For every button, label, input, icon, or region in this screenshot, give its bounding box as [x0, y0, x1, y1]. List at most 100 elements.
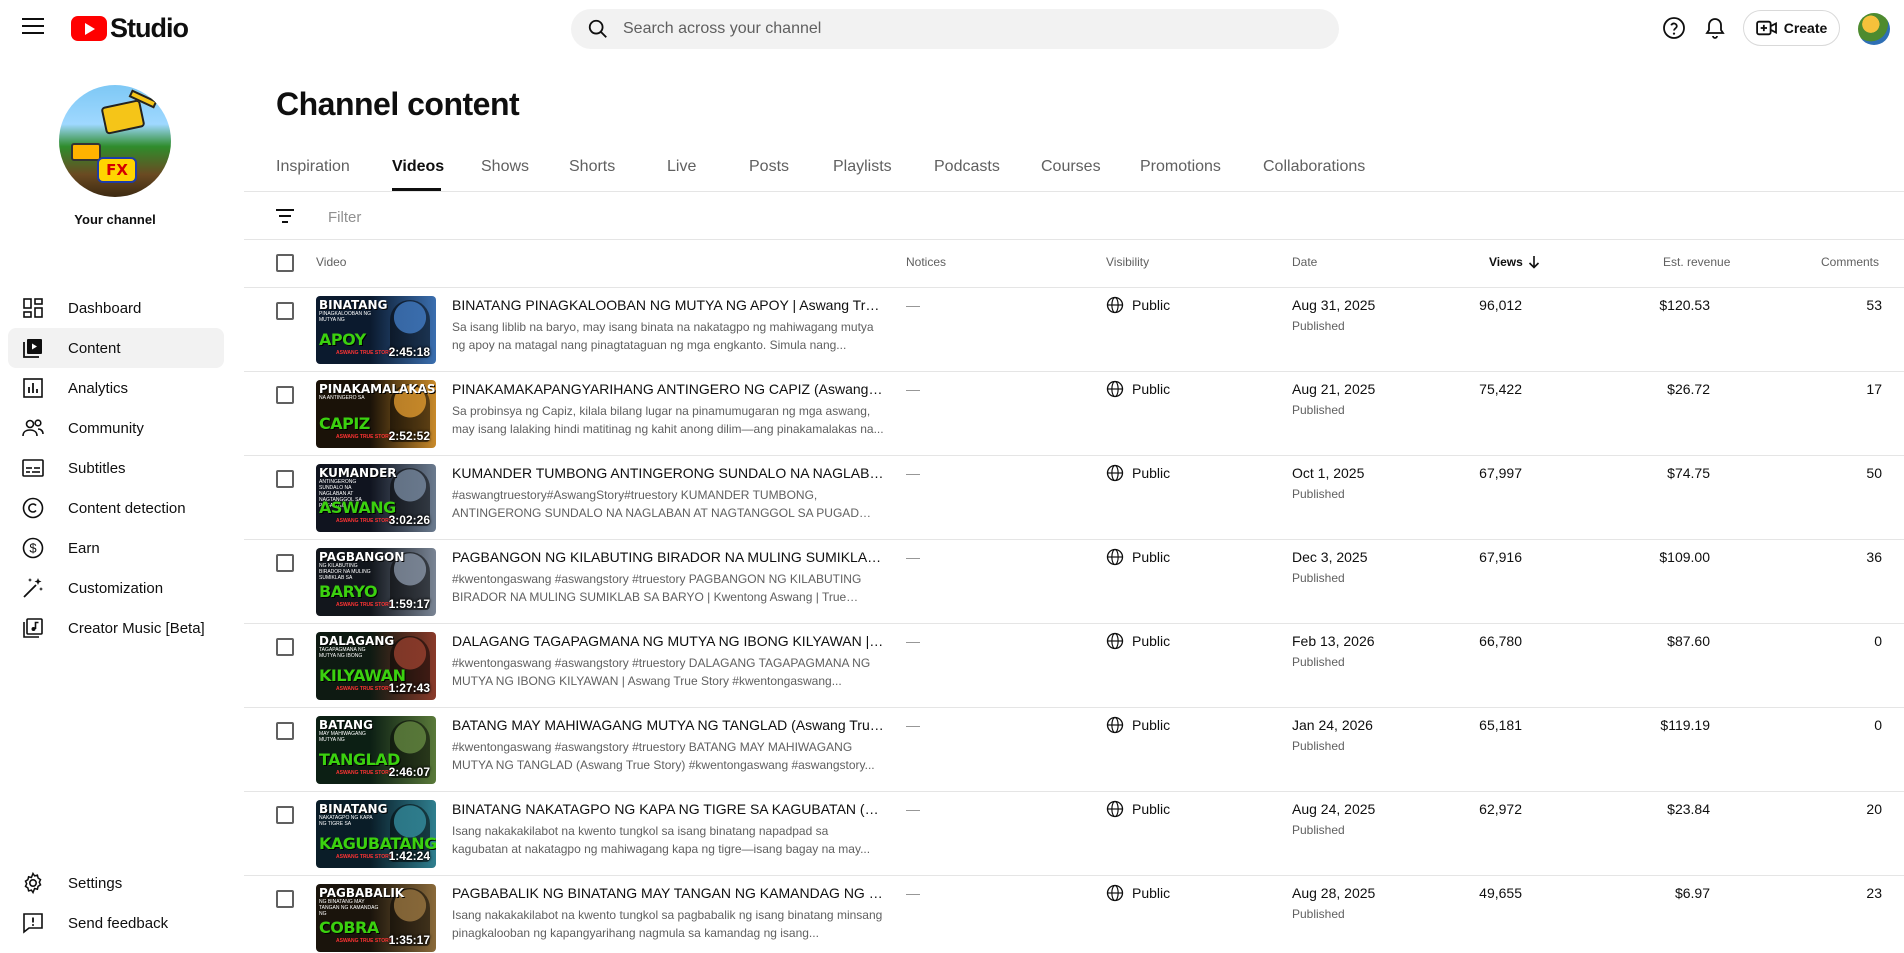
comments-count: 23: [1866, 885, 1882, 901]
video-thumbnail[interactable]: DALAGANG TAGAPAGMANA NG MUTYA NG IBONG K…: [316, 632, 436, 700]
table-row[interactable]: BINATANG PINAGKALOOBAN NG MUTYA NG APOY …: [244, 288, 1904, 372]
studio-logo[interactable]: Studio: [71, 13, 189, 43]
select-all-checkbox[interactable]: [276, 254, 294, 272]
row-checkbox[interactable]: [276, 302, 294, 320]
tab-courses[interactable]: Courses: [1041, 158, 1101, 176]
row-checkbox[interactable]: [276, 806, 294, 824]
thumbnail-top-text: DALAGANG: [319, 634, 395, 648]
video-title[interactable]: PAGBABALIK NG BINATANG MAY TANGAN NG KAM…: [452, 885, 884, 901]
video-thumbnail[interactable]: PINAKAMALAKAS NA ANTINGERO SA CAPIZ ASWA…: [316, 380, 436, 448]
row-checkbox[interactable]: [276, 470, 294, 488]
row-checkbox[interactable]: [276, 638, 294, 656]
visibility-control[interactable]: Public: [1106, 296, 1170, 314]
visibility-control[interactable]: Public: [1106, 716, 1170, 734]
video-thumbnail[interactable]: BINATANG PINAGKALOOBAN NG MUTYA NG APOY …: [316, 296, 436, 364]
tab-podcasts[interactable]: Podcasts: [934, 158, 1000, 176]
video-title[interactable]: DALAGANG TAGAPAGMANA NG MUTYA NG IBONG K…: [452, 633, 884, 649]
account-avatar[interactable]: [1858, 13, 1890, 45]
table-row[interactable]: DALAGANG TAGAPAGMANA NG MUTYA NG IBONG K…: [244, 624, 1904, 708]
col-header-comments[interactable]: Comments: [1821, 255, 1879, 269]
filter-input[interactable]: [328, 206, 928, 228]
row-checkbox[interactable]: [276, 722, 294, 740]
video-title[interactable]: PAGBANGON NG KILABUTING BIRADOR NA MULIN…: [452, 549, 884, 565]
sidebar-item-send-feedback[interactable]: Send feedback: [8, 903, 224, 943]
video-thumbnail[interactable]: PAGBANGON NG KILABUTING BIRADOR NA MULIN…: [316, 548, 436, 616]
create-button[interactable]: Create: [1743, 10, 1840, 46]
table-row[interactable]: BATANG MAY MAHIWAGANG MUTYA NG TANGLAD A…: [244, 708, 1904, 792]
revenue-value: $119.19: [1660, 717, 1710, 733]
sidebar-item-creator-music[interactable]: Creator Music [Beta]: [8, 608, 224, 648]
visibility-control[interactable]: Public: [1106, 464, 1170, 482]
col-header-views[interactable]: Views: [1489, 255, 1540, 269]
video-title[interactable]: KUMANDER TUMBONG ANTINGERONG SUNDALO NA …: [452, 465, 884, 481]
globe-icon: [1106, 716, 1124, 734]
sidebar-item-label: Creator Music [Beta]: [68, 619, 205, 637]
video-duration: 3:02:26: [388, 513, 430, 527]
notifications-icon[interactable]: [1703, 16, 1727, 40]
tab-live[interactable]: Live: [667, 158, 696, 176]
row-checkbox[interactable]: [276, 386, 294, 404]
video-title[interactable]: BATANG MAY MAHIWAGANG MUTYA NG TANGLAD (…: [452, 717, 884, 733]
menu-icon[interactable]: [22, 18, 44, 38]
tab-shows[interactable]: Shows: [481, 158, 529, 176]
create-label: Create: [1783, 20, 1828, 36]
sidebar-item-customization[interactable]: Customization: [8, 568, 224, 608]
customization-icon: [23, 578, 43, 598]
comments-count: 20: [1866, 801, 1882, 817]
visibility-control[interactable]: Public: [1106, 884, 1170, 902]
views-count: 96,012: [1479, 297, 1522, 313]
video-title[interactable]: PINAKAMAKAPANGYARIHANG ANTINGERO NG CAPI…: [452, 381, 884, 397]
tab-shorts[interactable]: Shorts: [569, 158, 615, 176]
sidebar-item-subtitles[interactable]: Subtitles: [8, 448, 224, 488]
sidebar-item-community[interactable]: Community: [8, 408, 224, 448]
search-bar[interactable]: [571, 9, 1339, 49]
table-row[interactable]: KUMANDER ANTINGERONG SUNDALO NA NAGLABAN…: [244, 456, 1904, 540]
table-row[interactable]: PINAKAMALAKAS NA ANTINGERO SA CAPIZ ASWA…: [244, 372, 1904, 456]
video-title[interactable]: BINATANG NAKATAGPO NG KAPA NG TIGRE SA K…: [452, 801, 884, 817]
sidebar-item-content-detection[interactable]: Content detection: [8, 488, 224, 528]
channel-logo: FX: [97, 157, 137, 183]
thumbnail-top-text: BINATANG: [319, 802, 388, 816]
tab-videos[interactable]: Videos: [392, 158, 444, 176]
video-thumbnail[interactable]: PAGBABALIK NG BINATANG MAY TANGAN NG KAM…: [316, 884, 436, 952]
filter-icon[interactable]: [274, 206, 296, 226]
thumbnail-tag-text: ASWANG TRUE STORY: [336, 770, 392, 776]
sidebar-item-label: Settings: [68, 874, 123, 892]
sidebar-item-content[interactable]: Content: [8, 328, 224, 368]
table-row[interactable]: PAGBANGON NG KILABUTING BIRADOR NA MULIN…: [244, 540, 1904, 624]
sidebar-item-analytics[interactable]: Analytics: [8, 368, 224, 408]
visibility-label: Public: [1132, 717, 1171, 733]
video-thumbnail[interactable]: KUMANDER ANTINGERONG SUNDALO NA NAGLABAN…: [316, 464, 436, 532]
tab-inspiration[interactable]: Inspiration: [276, 158, 350, 176]
col-header-date[interactable]: Date: [1292, 255, 1317, 269]
tab-posts[interactable]: Posts: [749, 158, 789, 176]
sidebar-item-settings[interactable]: Settings: [8, 863, 224, 903]
visibility-control[interactable]: Public: [1106, 632, 1170, 650]
row-checkbox[interactable]: [276, 890, 294, 908]
revenue-value: $109.00: [1659, 549, 1710, 565]
table-row[interactable]: PAGBABALIK NG BINATANG MAY TANGAN NG KAM…: [244, 876, 1904, 953]
help-icon[interactable]: [1662, 16, 1686, 40]
channel-avatar[interactable]: FX: [59, 85, 171, 197]
sidebar-item-label: Customization: [68, 579, 164, 597]
video-title[interactable]: BINATANG PINAGKALOOBAN NG MUTYA NG APOY …: [452, 297, 884, 313]
tabs-divider: [244, 191, 1904, 192]
visibility-control[interactable]: Public: [1106, 548, 1170, 566]
visibility-label: Public: [1132, 381, 1171, 397]
col-header-revenue[interactable]: Est. revenue: [1663, 255, 1730, 269]
thumbnail-mid-text: NA ANTINGERO SA: [319, 395, 365, 401]
revenue-value: $6.97: [1674, 885, 1710, 901]
video-thumbnail[interactable]: BATANG MAY MAHIWAGANG MUTYA NG TANGLAD A…: [316, 716, 436, 784]
tab-collaborations[interactable]: Collaborations: [1263, 158, 1365, 176]
row-checkbox[interactable]: [276, 554, 294, 572]
tab-playlists[interactable]: Playlists: [833, 158, 892, 176]
visibility-control[interactable]: Public: [1106, 800, 1170, 818]
sidebar-item-earn[interactable]: $ Earn: [8, 528, 224, 568]
svg-text:$: $: [29, 541, 37, 556]
search-input[interactable]: [623, 20, 1303, 38]
visibility-control[interactable]: Public: [1106, 380, 1170, 398]
tab-promotions[interactable]: Promotions: [1140, 158, 1221, 176]
sidebar-item-dashboard[interactable]: Dashboard: [8, 288, 224, 328]
video-thumbnail[interactable]: BINATANG NAKATAGPO NG KAPA NG TIGRE SA K…: [316, 800, 436, 868]
table-row[interactable]: BINATANG NAKATAGPO NG KAPA NG TIGRE SA K…: [244, 792, 1904, 876]
